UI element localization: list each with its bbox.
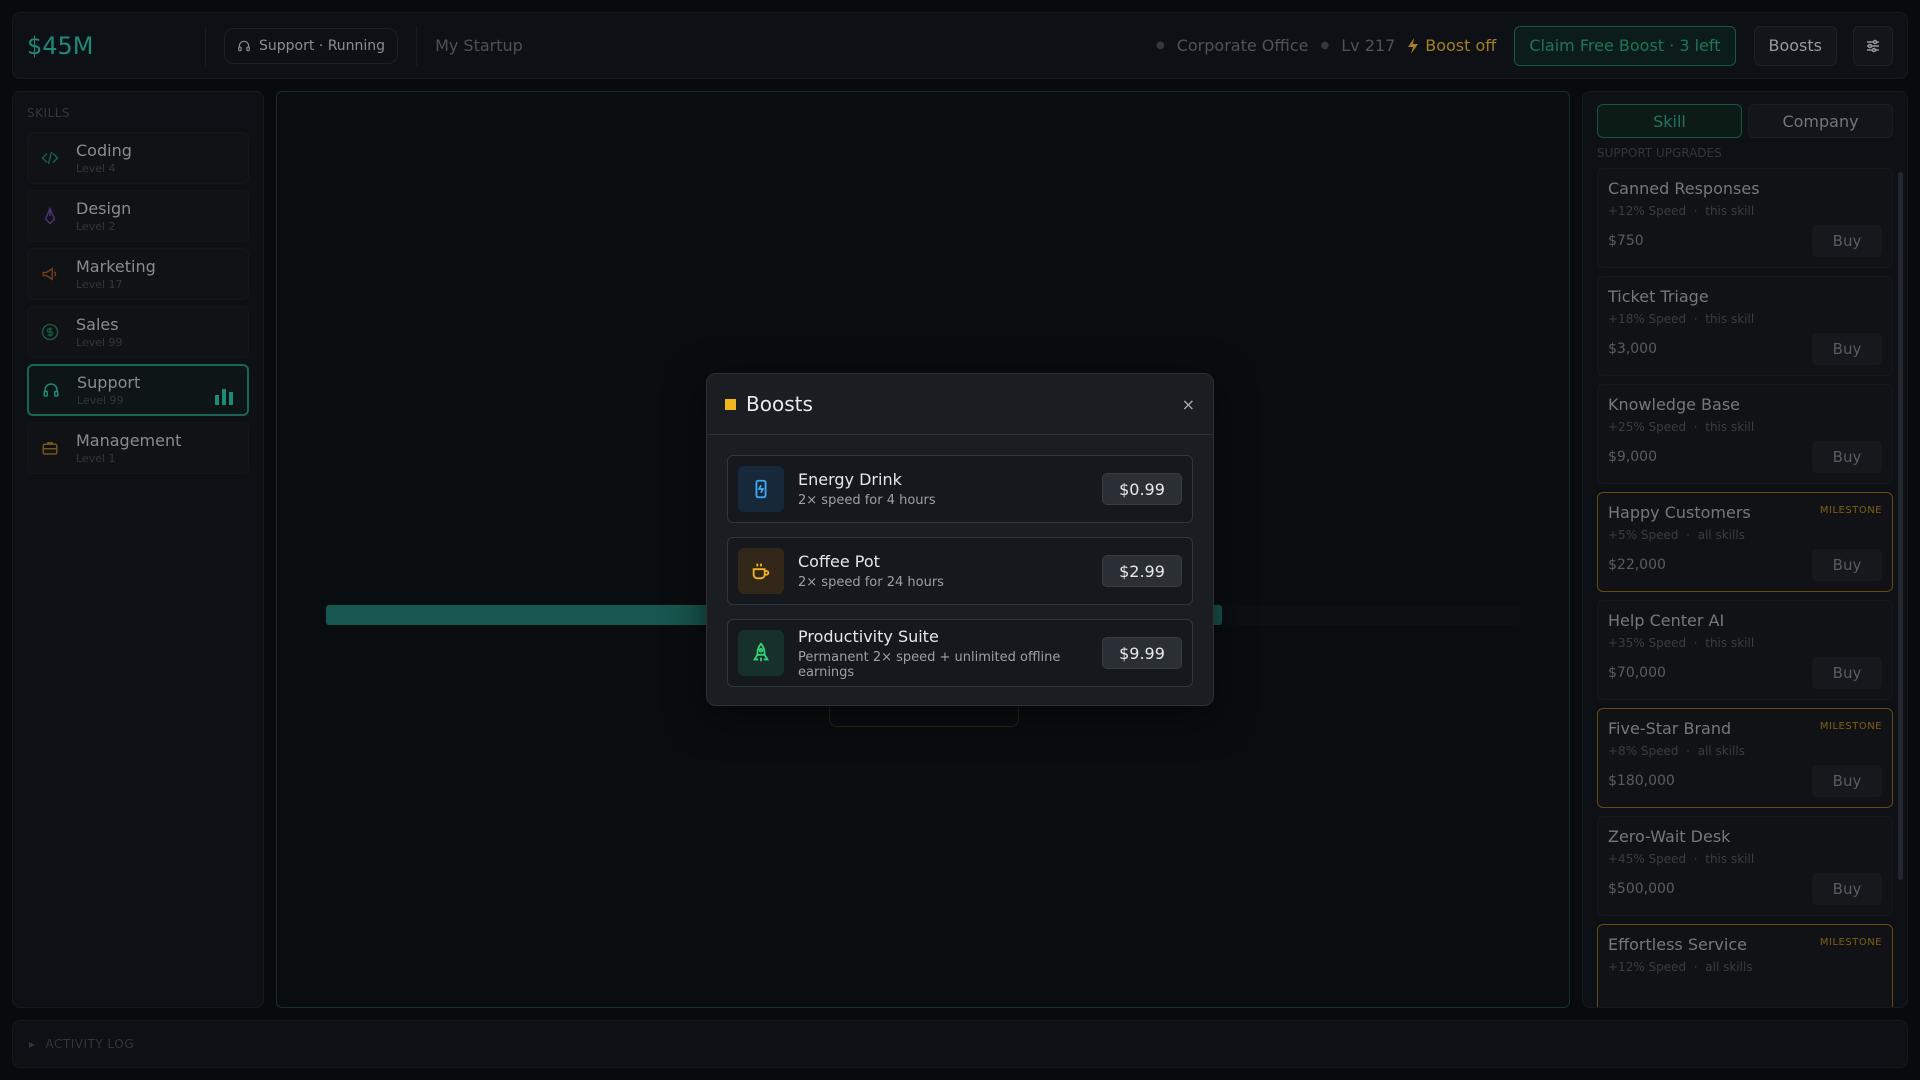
boost-item-energy-drink[interactable]: Energy Drink 2× speed for 4 hours $0.99 [727,455,1193,523]
boost-text: Coffee Pot 2× speed for 24 hours [798,552,1102,590]
boost-desc: 2× speed for 4 hours [798,493,936,508]
boost-name: Coffee Pot [798,552,880,571]
buy-coffee-pot-button[interactable]: $2.99 [1102,555,1182,587]
boost-text: Productivity Suite Permanent 2× speed + … [798,627,1102,680]
energy-drink-icon [738,466,784,512]
close-icon[interactable]: × [1182,395,1195,414]
boost-item-coffee-pot[interactable]: Coffee Pot 2× speed for 24 hours $2.99 [727,537,1193,605]
boosts-modal: Boosts × Energy Drink 2× speed for 4 hou… [706,373,1214,706]
rocket-icon [738,630,784,676]
modal-header: Boosts × [707,374,1213,435]
boost-square-icon [725,398,736,410]
boost-name: Energy Drink [798,470,902,489]
modal-title: Boosts [746,392,813,416]
buy-energy-drink-button[interactable]: $0.99 [1102,473,1182,505]
boost-list: Energy Drink 2× speed for 4 hours $0.99 … [707,435,1213,687]
boost-text: Energy Drink 2× speed for 4 hours [798,470,1102,508]
boost-desc: 2× speed for 24 hours [798,575,944,590]
boost-item-productivity-suite[interactable]: Productivity Suite Permanent 2× speed + … [727,619,1193,687]
coffee-icon [738,548,784,594]
boost-desc: Permanent 2× speed + unlimited offline e… [798,649,1061,680]
boost-name: Productivity Suite [798,626,939,646]
buy-productivity-suite-button[interactable]: $9.99 [1102,637,1182,669]
